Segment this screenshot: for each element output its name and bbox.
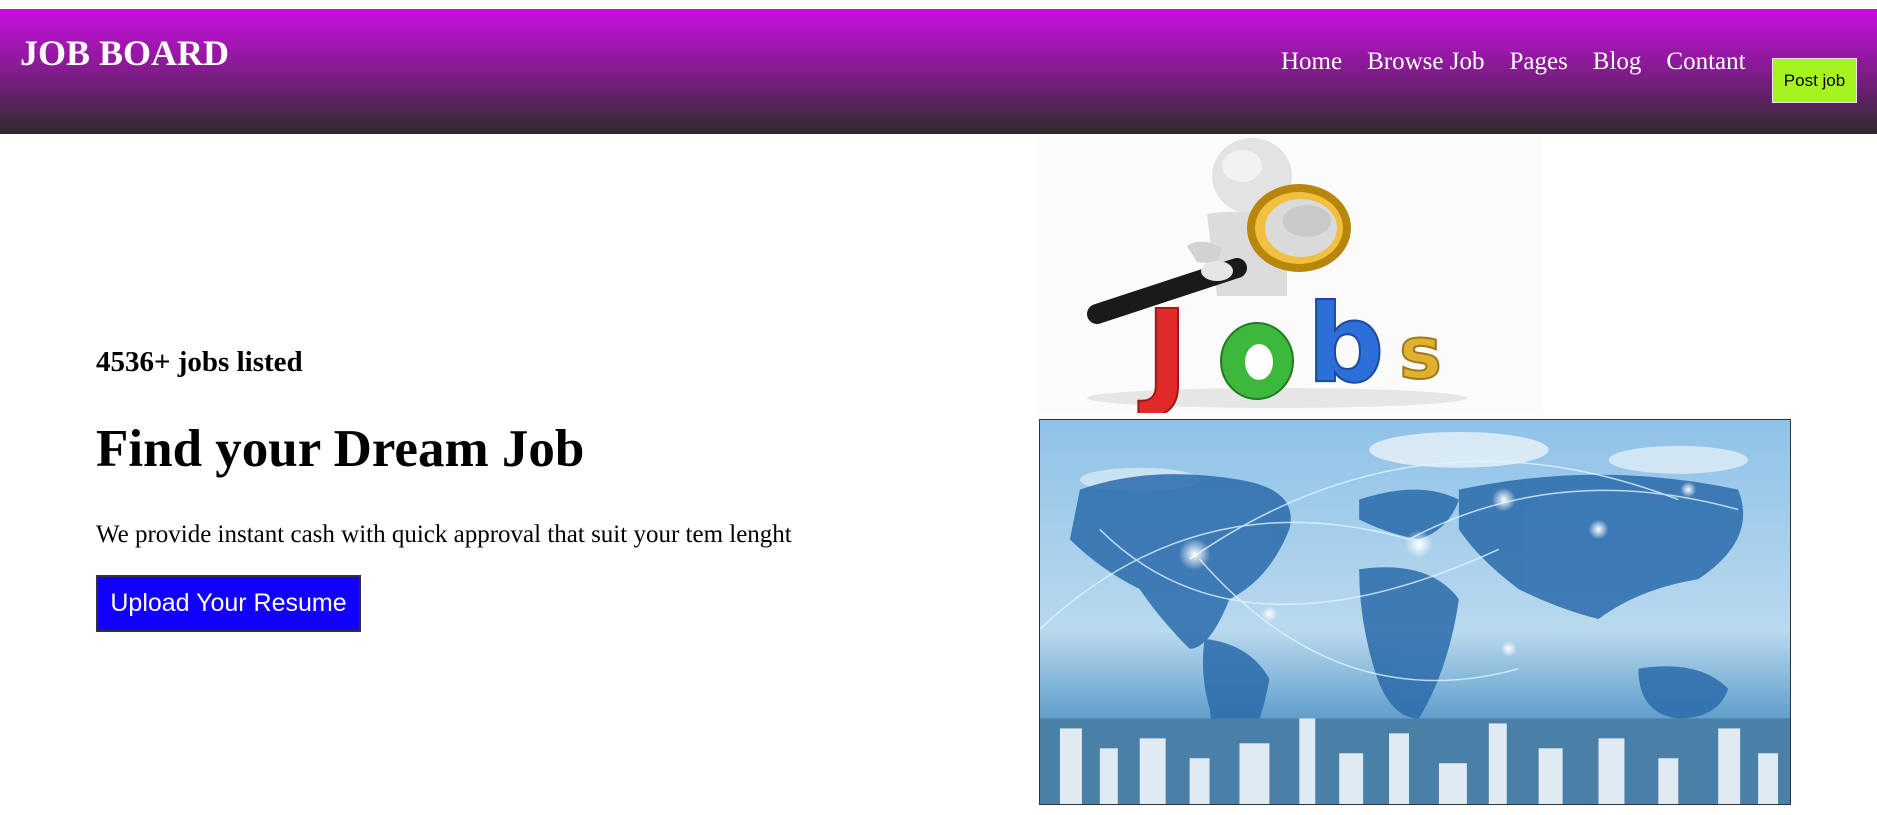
- world-network-image: [1039, 419, 1791, 805]
- svg-text:J: J: [1138, 284, 1189, 413]
- svg-text:s: s: [1399, 311, 1442, 395]
- nav-home[interactable]: Home: [1281, 49, 1342, 74]
- nav-pages[interactable]: Pages: [1509, 49, 1567, 74]
- post-job-button[interactable]: Post job: [1772, 58, 1857, 103]
- jobs-count: 4536+ jobs listed: [96, 346, 303, 378]
- nav-contant[interactable]: Contant: [1666, 49, 1745, 74]
- site-logo[interactable]: JOB BOARD: [20, 35, 229, 71]
- main-nav: Home Browse Job Pages Blog Contant: [1281, 49, 1771, 74]
- jobs-illustration: J b s: [1037, 136, 1541, 413]
- nav-blog[interactable]: Blog: [1593, 49, 1642, 74]
- upload-resume-button[interactable]: Upload Your Resume: [96, 575, 361, 632]
- hero-description: We provide instant cash with quick appro…: [96, 521, 792, 548]
- hero-title: Find your Dream Job: [96, 420, 585, 478]
- nav-browse-job[interactable]: Browse Job: [1367, 49, 1484, 74]
- svg-text:b: b: [1307, 282, 1384, 407]
- site-header: JOB BOARD Home Browse Job Pages Blog Con…: [0, 9, 1877, 134]
